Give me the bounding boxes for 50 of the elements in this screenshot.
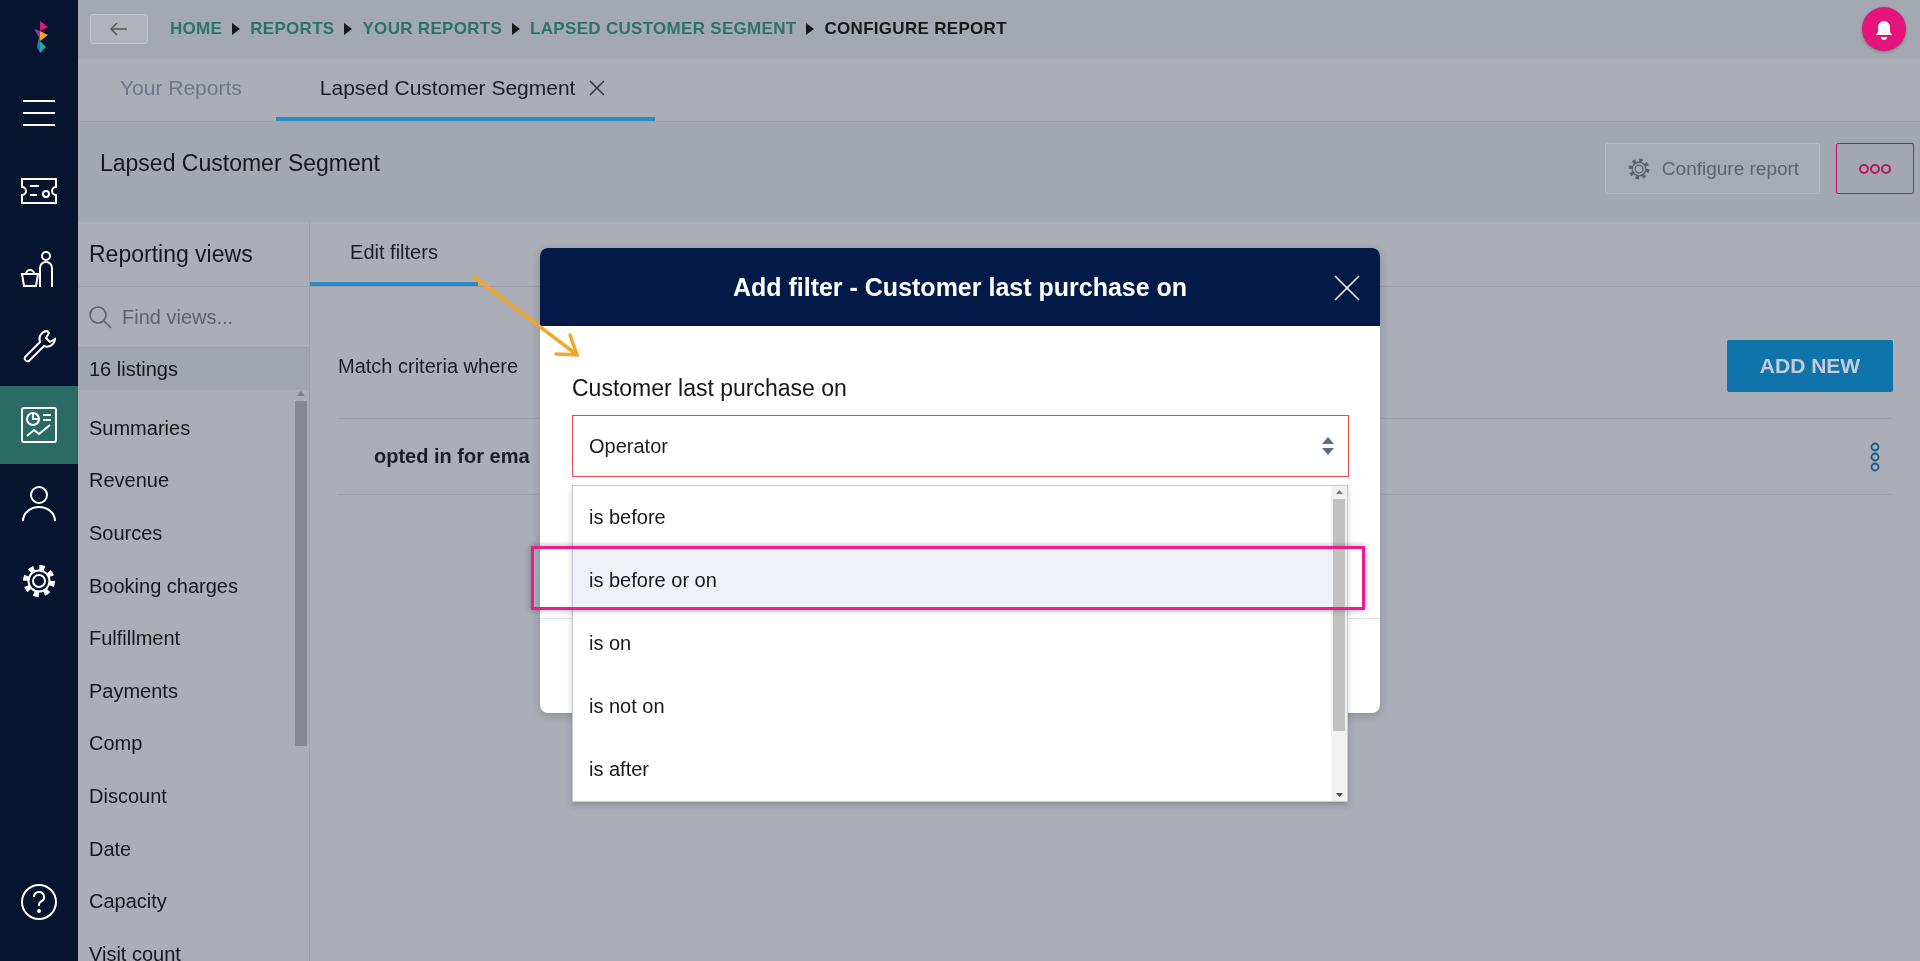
match-criteria-label: Match criteria where — [338, 354, 519, 378]
view-item[interactable]: Payments — [78, 664, 295, 718]
view-item[interactable]: Visit count — [78, 927, 295, 961]
caret-icon — [232, 23, 241, 35]
caret-icon — [344, 23, 353, 35]
nav-item[interactable] — [0, 386, 78, 464]
scroll-up-icon — [1334, 489, 1344, 495]
view-item[interactable]: Summaries — [78, 402, 295, 455]
option-item[interactable]: is not on — [573, 675, 1331, 738]
option-item[interactable]: is on — [573, 612, 1331, 675]
listing-count: 16 listings — [78, 348, 309, 390]
report-icon — [19, 405, 59, 445]
close-icon — [1334, 275, 1360, 301]
view-item[interactable]: Revenue — [78, 454, 295, 508]
back-button[interactable] — [90, 14, 148, 44]
report-title: Lapsed Customer Segment — [100, 150, 381, 177]
person-icon — [19, 483, 59, 523]
close-button[interactable] — [1334, 275, 1360, 301]
view-item[interactable]: Discount — [78, 770, 295, 823]
view-item[interactable]: Booking charges — [78, 559, 295, 613]
view-item[interactable]: Fulfillment — [78, 612, 295, 665]
more-button[interactable] — [1836, 143, 1914, 194]
more-icon — [1859, 162, 1891, 175]
caret-icon — [512, 23, 521, 35]
view-item[interactable]: Comp — [78, 717, 295, 771]
caret-icon — [806, 23, 815, 35]
option-item[interactable]: is before — [573, 486, 1331, 549]
notification-button[interactable] — [1862, 7, 1906, 51]
bell-icon — [1874, 18, 1894, 40]
help-icon — [19, 882, 59, 922]
scrollbar[interactable] — [1331, 486, 1347, 801]
sort-arrows-icon — [1322, 437, 1334, 455]
option-item[interactable]: is after — [573, 738, 1331, 801]
option-item[interactable]: is before or on — [573, 549, 1331, 612]
scroll-down-icon — [1334, 792, 1344, 798]
view-item[interactable]: Capacity — [78, 875, 295, 928]
tab[interactable]: Edit filters — [310, 222, 478, 286]
breadcrumb-link[interactable]: CONFIGURE REPORT — [824, 19, 1007, 39]
view-item[interactable]: Sources — [78, 507, 295, 560]
panel-title: Reporting views — [78, 222, 309, 287]
filter-name: opted in for ema — [374, 445, 530, 468]
close-icon — [589, 79, 606, 96]
field-label: Customer last purchase on — [571, 374, 848, 403]
search-icon — [88, 305, 112, 329]
back-arrow-icon — [109, 21, 129, 37]
dialog-title: Add filter - Customer last purchase on — [732, 272, 1188, 302]
search-field[interactable]: Find views... — [122, 305, 292, 329]
operator-select[interactable]: Operator — [572, 415, 1349, 477]
view-item[interactable]: Date — [78, 822, 295, 876]
kebab-menu-icon — [1869, 441, 1881, 472]
